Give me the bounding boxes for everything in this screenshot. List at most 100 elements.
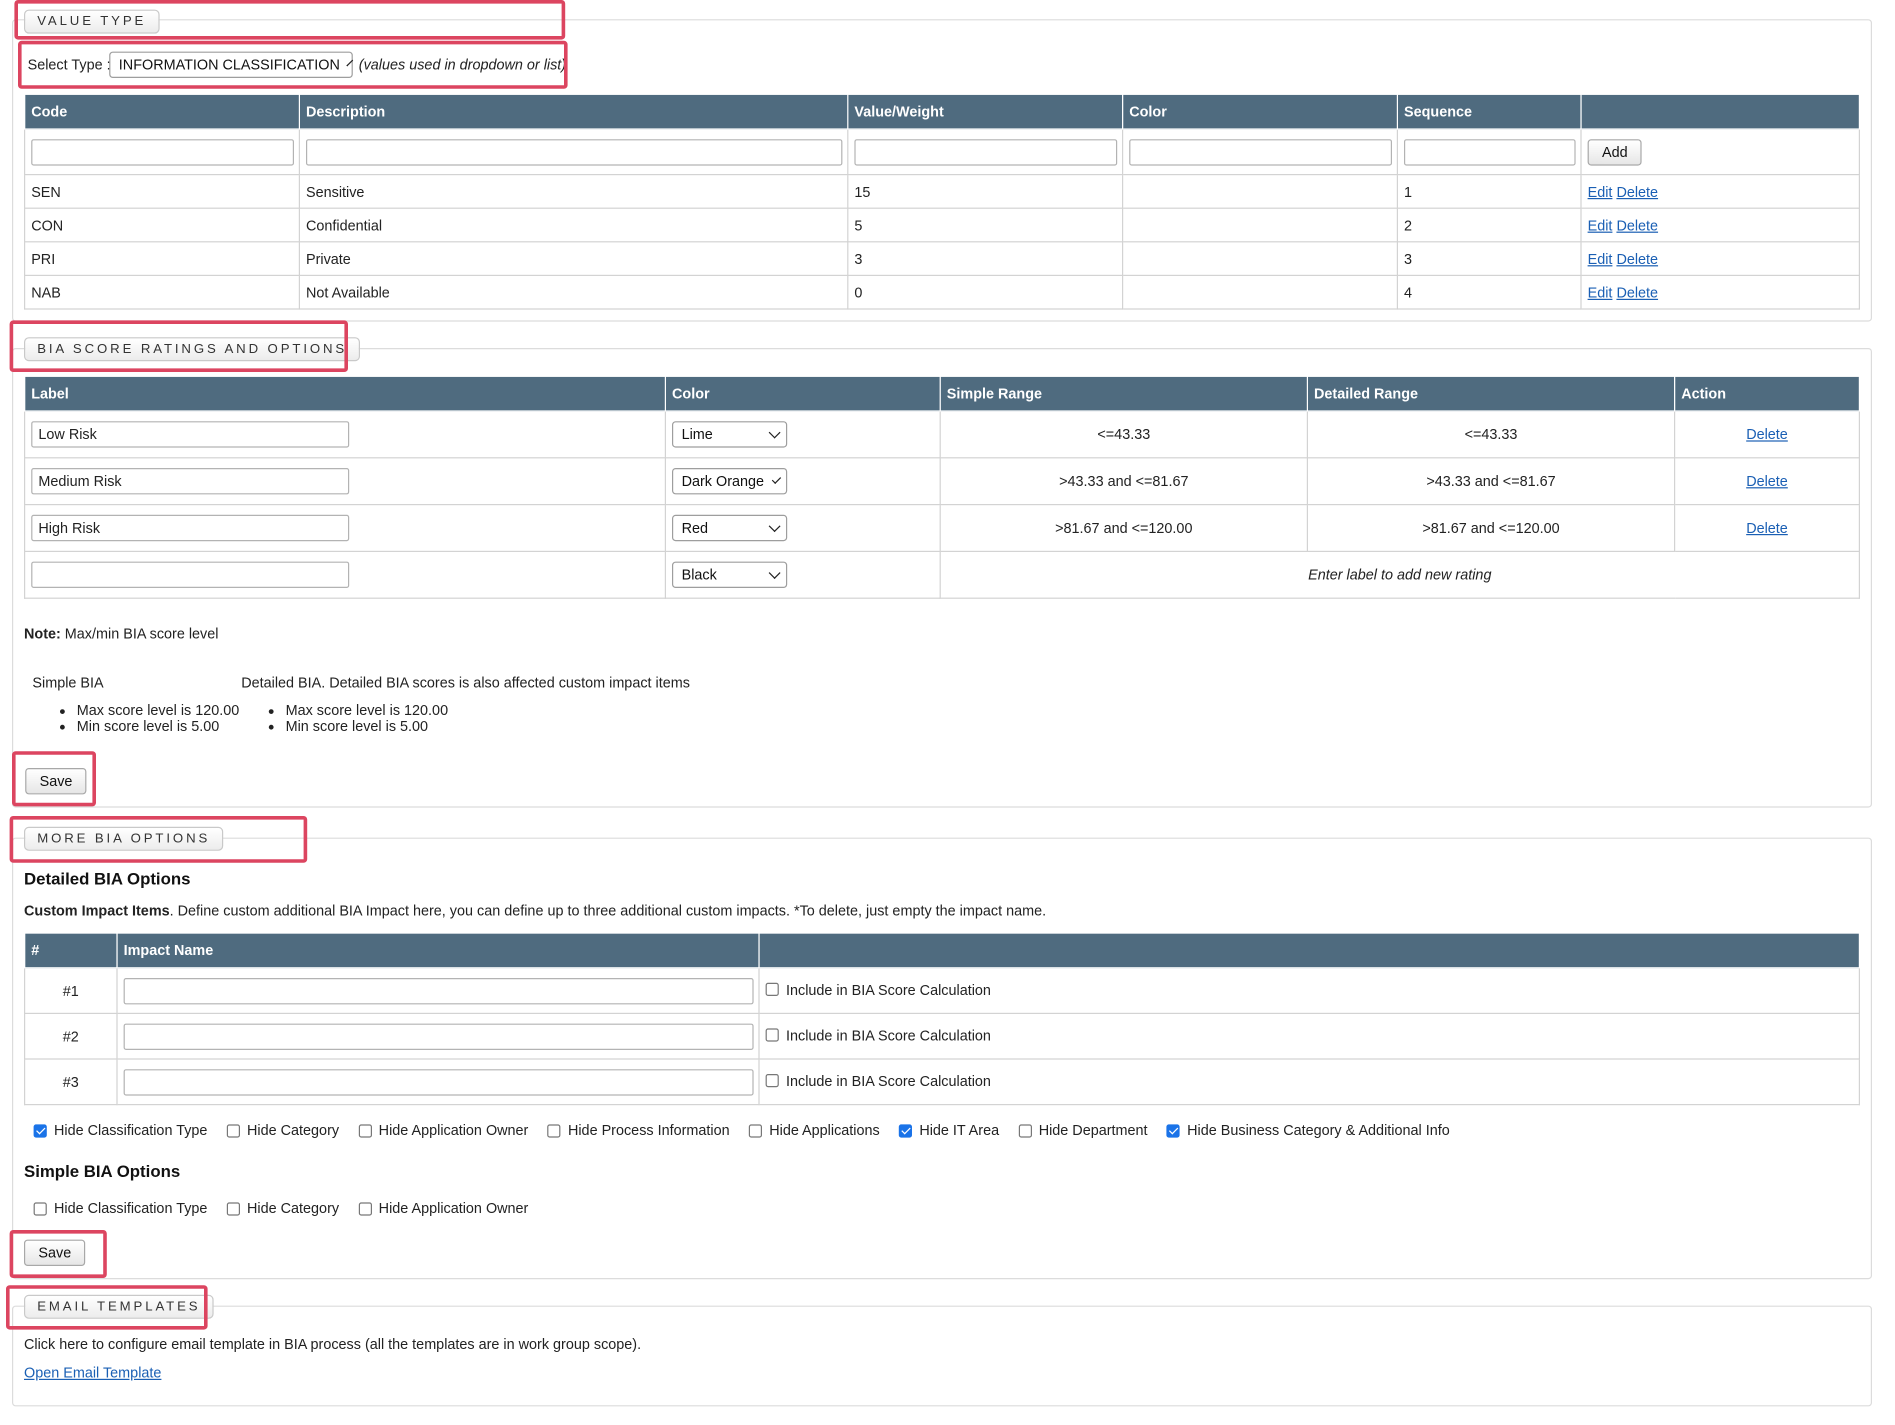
checkbox[interactable] [33,1201,47,1215]
hide-category-option[interactable]: Hide Category [226,1122,340,1139]
checkbox[interactable] [226,1201,240,1215]
new-weight-input[interactable] [854,138,1118,165]
col-description: Description [298,93,849,130]
detailed-bia-list: Max score level is 120.00 Min score leve… [240,703,448,734]
new-rating-hint: Enter label to add new rating [939,550,1861,599]
option-label: Hide Process Information [567,1122,730,1139]
hide-business-category-option[interactable]: Hide Business Category & Additional Info [1166,1122,1450,1139]
delete-link[interactable]: Delete [1746,473,1788,490]
new-description-input[interactable] [306,138,843,165]
cell-description: Sensitive [298,174,849,209]
hide-applications-option[interactable]: Hide Applications [748,1122,880,1139]
cell-action: Delete [1674,457,1861,506]
include-bia-score-option[interactable]: Include in BIA Score Calculation [765,981,991,998]
rating-color-select[interactable]: Red [672,514,788,542]
option-label: Hide Category [247,1122,340,1139]
checkbox[interactable] [1018,1123,1032,1137]
checkbox[interactable] [358,1201,372,1215]
option-label: Hide Business Category & Additional Info [1187,1122,1450,1139]
option-label: Hide Application Owner [378,1122,529,1139]
list-item: Max score level is 120.00 [77,703,239,719]
impact-name-input[interactable] [123,977,754,1004]
delete-link[interactable]: Delete [1616,183,1658,200]
hide-classification-type-option[interactable]: Hide Classification Type [33,1122,207,1139]
cell-action: Delete [1674,410,1861,459]
open-email-template-link[interactable]: Open Email Template [24,1364,161,1381]
rating-label-input[interactable]: High Risk [31,514,350,542]
value-type-header-row: Code Description Value/Weight Color Sequ… [24,93,1861,130]
add-button[interactable]: Add [1587,138,1643,165]
cell-color [1122,241,1399,277]
cell-simple-range: >43.33 and <=81.67 [939,457,1309,506]
note-text: Max/min BIA score level [60,625,219,642]
hide-application-owner-option[interactable]: Hide Application Owner [358,1122,528,1139]
checkbox[interactable] [358,1123,372,1137]
checkbox[interactable] [748,1123,763,1137]
cell-impact-number: #1 [24,967,118,1015]
hide-it-area-option[interactable]: Hide IT Area [898,1122,1000,1139]
new-code-input[interactable] [31,138,294,165]
cell-code: CON [24,207,301,243]
hide-department-option[interactable]: Hide Department [1018,1122,1148,1139]
impact-name-input[interactable] [123,1023,754,1050]
cell-weight: 15 [847,174,1124,209]
option-label: Hide IT Area [919,1122,1000,1139]
hide-classification-type-option[interactable]: Hide Classification Type [33,1200,207,1217]
rating-label-input[interactable]: Medium Risk [31,468,350,495]
include-checkbox[interactable] [765,1028,779,1042]
include-bia-score-option[interactable]: Include in BIA Score Calculation [765,1072,991,1090]
checkbox[interactable] [898,1123,913,1137]
new-sequence-input[interactable] [1404,138,1576,165]
table-row: #1 Include in BIA Score Calculation [24,967,1861,1015]
custom-impact-label: Custom Impact Items [24,902,170,920]
edit-link[interactable]: Edit [1588,284,1613,301]
checkbox[interactable] [226,1123,240,1137]
edit-link[interactable]: Edit [1588,217,1613,234]
include-checkbox[interactable] [765,1074,779,1088]
impact-name-input[interactable] [123,1068,754,1095]
delete-link[interactable]: Delete [1746,520,1788,537]
delete-link[interactable]: Delete [1616,250,1658,267]
include-checkbox[interactable] [765,983,779,997]
delete-link[interactable]: Delete [1746,426,1788,443]
option-label: Hide Applications [769,1122,880,1139]
delete-link[interactable]: Delete [1616,284,1658,301]
delete-link[interactable]: Delete [1616,217,1658,234]
checkbox[interactable] [33,1123,47,1137]
col-detailed-range: Detailed Range [1306,375,1676,412]
bia-score-table: Label Color Simple Range Detailed Range … [24,375,1861,599]
custom-impact-text: . Define custom additional BIA Impact he… [169,902,1047,920]
checkbox[interactable] [1166,1123,1180,1137]
bia-score-header-row: Label Color Simple Range Detailed Range … [24,375,1861,412]
rating-color-select[interactable]: Lime [672,421,788,448]
highlight-box [9,1230,107,1278]
checkbox[interactable] [547,1123,561,1137]
new-rating-row: Black Enter label to add new rating [24,550,1861,599]
edit-link[interactable]: Edit [1588,250,1613,267]
col-code: Code [24,93,301,130]
table-row: #2 Include in BIA Score Calculation [24,1012,1861,1060]
hide-application-owner-option[interactable]: Hide Application Owner [358,1200,528,1217]
list-item: Max score level is 120.00 [286,703,448,719]
include-label: Include in BIA Score Calculation [786,1072,991,1090]
cell-impact-number: #3 [24,1058,118,1106]
cell-description: Private [298,241,849,277]
chevron-down-icon [768,566,781,579]
hide-category-option[interactable]: Hide Category [226,1200,339,1217]
edit-link[interactable]: Edit [1588,183,1613,200]
note-label: Note: [24,625,61,642]
cell-code: SEN [24,174,301,209]
new-rating-color-select[interactable]: Black [672,561,788,588]
new-rating-label-input[interactable] [31,561,350,588]
col-color: Color [664,375,941,412]
email-templates-section [12,1305,1873,1407]
rating-color-value: Dark Orange [681,472,765,490]
table-row: PRI Private 3 3 Edit Delete [24,241,1861,277]
option-label: Hide Application Owner [378,1200,529,1217]
cell-color [1122,207,1399,243]
hide-process-information-option[interactable]: Hide Process Information [547,1122,730,1139]
rating-label-input[interactable]: Low Risk [31,421,350,448]
rating-color-select[interactable]: Dark Orange [672,468,788,495]
new-color-input[interactable] [1129,138,1392,165]
include-bia-score-option[interactable]: Include in BIA Score Calculation [765,1027,991,1044]
